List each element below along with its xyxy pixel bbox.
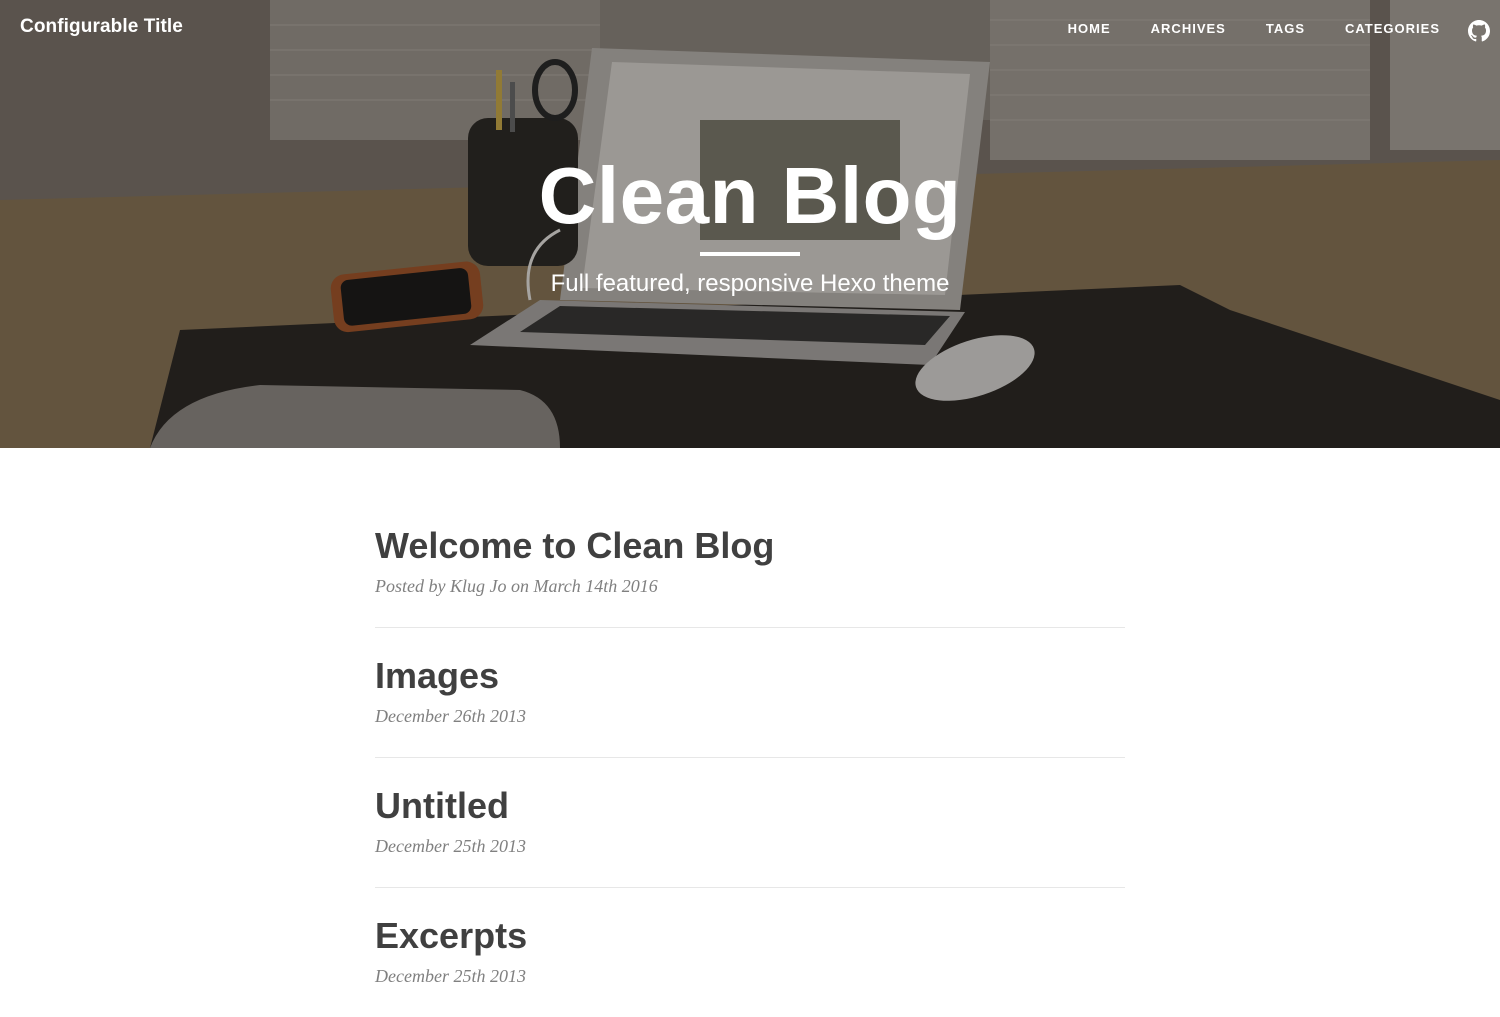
title-divider bbox=[700, 252, 800, 256]
post-title[interactable]: Excerpts bbox=[375, 910, 1125, 962]
post-meta: December 26th 2013 bbox=[375, 706, 526, 726]
nav-link-home[interactable]: HOME bbox=[1068, 21, 1111, 36]
github-icon-glyph bbox=[1468, 20, 1490, 42]
nav-links: HOME ARCHIVES TAGS CATEGORIES bbox=[1068, 21, 1440, 36]
site-heading: Clean Blog Full featured, responsive Hex… bbox=[0, 150, 1500, 298]
site-subtitle: Full featured, responsive Hexo theme bbox=[550, 270, 950, 297]
post-title[interactable]: Images bbox=[375, 650, 1125, 702]
post-meta: Posted by Klug Jo on March 14th 2016 bbox=[375, 576, 658, 596]
site-brand-link[interactable]: Configurable Title bbox=[20, 16, 183, 38]
post-list: Welcome to Clean Blog Posted by Klug Jo … bbox=[375, 448, 1125, 1017]
nav-link-tags[interactable]: TAGS bbox=[1266, 21, 1305, 36]
post-preview[interactable]: Images December 26th 2013 bbox=[375, 628, 1125, 758]
post-meta: December 25th 2013 bbox=[375, 836, 526, 856]
post-meta: December 25th 2013 bbox=[375, 966, 526, 986]
nav-link-categories[interactable]: CATEGORIES bbox=[1345, 21, 1440, 36]
post-preview[interactable]: Welcome to Clean Blog Posted by Klug Jo … bbox=[375, 448, 1125, 628]
site-title: Clean Blog bbox=[538, 151, 962, 240]
top-navbar: Configurable Title HOME ARCHIVES TAGS CA… bbox=[0, 0, 1500, 60]
post-preview[interactable]: Untitled December 25th 2013 bbox=[375, 758, 1125, 888]
page-header: Configurable Title HOME ARCHIVES TAGS CA… bbox=[0, 0, 1500, 448]
nav-link-archives[interactable]: ARCHIVES bbox=[1151, 21, 1226, 36]
post-title[interactable]: Untitled bbox=[375, 780, 1125, 832]
post-preview[interactable]: Excerpts December 25th 2013 bbox=[375, 888, 1125, 1017]
github-icon[interactable] bbox=[1468, 20, 1490, 42]
post-title[interactable]: Welcome to Clean Blog bbox=[375, 520, 1125, 572]
